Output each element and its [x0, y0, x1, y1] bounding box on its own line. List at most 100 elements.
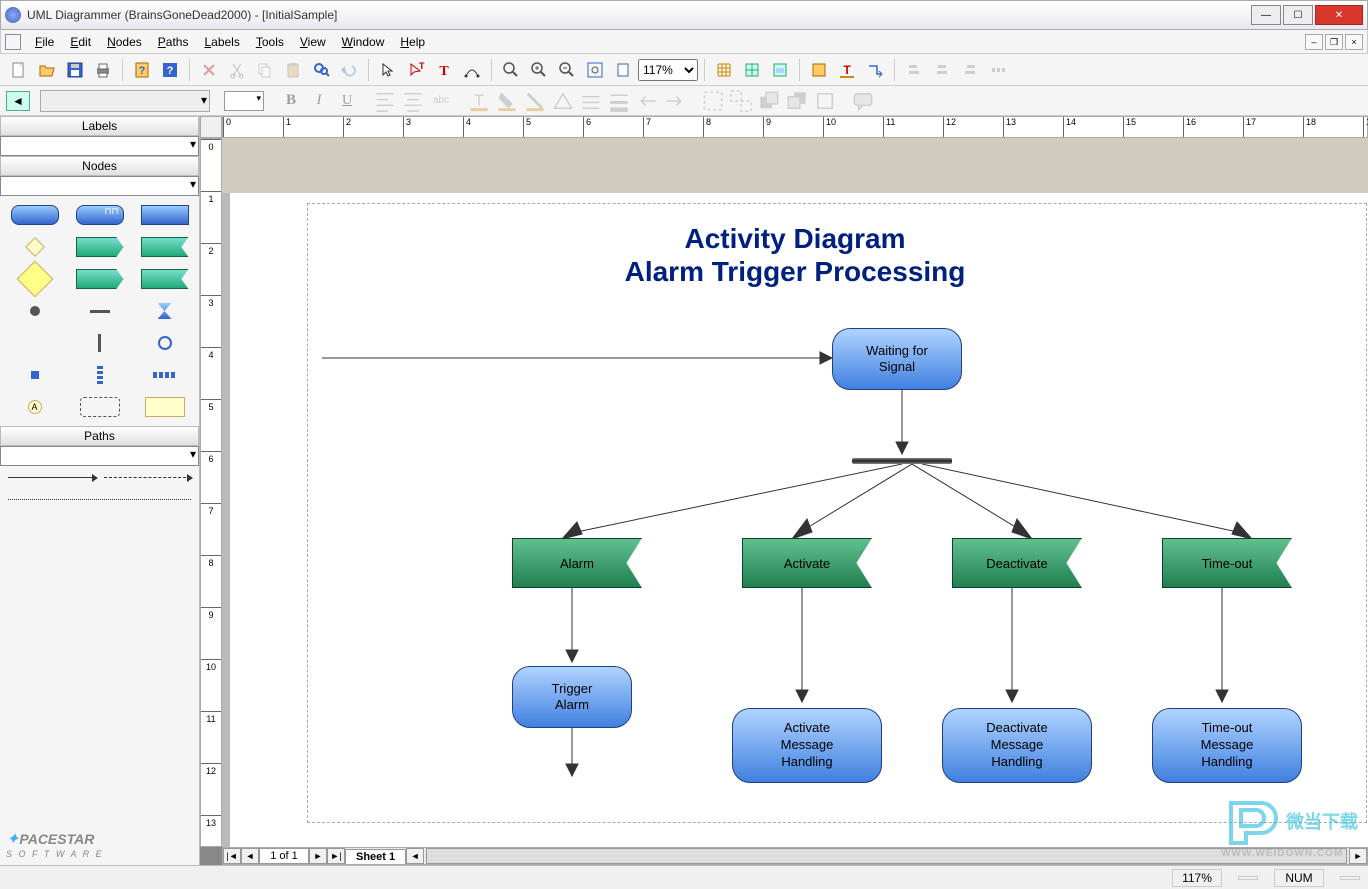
zoom-out-button[interactable]: [554, 57, 580, 83]
sheet-tab[interactable]: Sheet 1: [345, 849, 406, 864]
node-shape[interactable]: [4, 202, 65, 228]
new-button[interactable]: [6, 57, 32, 83]
node-shape[interactable]: A: [4, 394, 65, 420]
select-tool[interactable]: [375, 57, 401, 83]
activate-signal[interactable]: Activate: [742, 538, 872, 588]
node-shape[interactable]: [134, 202, 195, 228]
menu-nodes[interactable]: Nodes: [99, 33, 150, 51]
print-button[interactable]: [90, 57, 116, 83]
nodes-combo[interactable]: ▾: [0, 176, 199, 196]
comment-button[interactable]: [850, 88, 876, 114]
group-button[interactable]: [700, 88, 726, 114]
diagram-title-1[interactable]: Activity Diagram: [222, 223, 1368, 255]
node-shape[interactable]: [69, 330, 130, 356]
line-color-button[interactable]: [522, 88, 548, 114]
layers-button[interactable]: [767, 57, 793, 83]
mdi-close-button[interactable]: ×: [1345, 34, 1363, 50]
path-solid[interactable]: [0, 466, 199, 488]
align-right-button[interactable]: [957, 57, 983, 83]
node-shape[interactable]: [134, 266, 195, 292]
node-shape[interactable]: [69, 266, 130, 292]
help-button[interactable]: ?: [129, 57, 155, 83]
about-button[interactable]: ?: [157, 57, 183, 83]
scroll-right-button[interactable]: ►: [1349, 848, 1367, 864]
copy-button[interactable]: [252, 57, 278, 83]
close-button[interactable]: ✕: [1315, 5, 1363, 25]
mdi-restore-button[interactable]: ❐: [1325, 34, 1343, 50]
hscroll[interactable]: [426, 848, 1347, 864]
style-button[interactable]: [806, 57, 832, 83]
node-tool[interactable]: T: [403, 57, 429, 83]
open-button[interactable]: [34, 57, 60, 83]
bold-button[interactable]: B: [278, 88, 304, 114]
path-dotted[interactable]: [0, 488, 199, 510]
sheet-prev-button[interactable]: ◄: [241, 848, 259, 864]
delete-button[interactable]: [196, 57, 222, 83]
zoom-tool[interactable]: [498, 57, 524, 83]
node-shape[interactable]: [69, 394, 130, 420]
timeout-signal[interactable]: Time-out: [1162, 538, 1292, 588]
diagram-title-2[interactable]: Alarm Trigger Processing: [222, 256, 1368, 288]
highlight-button[interactable]: [494, 88, 520, 114]
nav-prev-button[interactable]: ◄: [6, 91, 30, 111]
text-color-button[interactable]: T: [466, 88, 492, 114]
menu-tools[interactable]: Tools: [248, 33, 292, 51]
back-button[interactable]: [784, 88, 810, 114]
node-shape[interactable]: [134, 362, 195, 388]
align-text-center-button[interactable]: [400, 88, 426, 114]
zoom-in-button[interactable]: [526, 57, 552, 83]
distribute-button[interactable]: [985, 57, 1011, 83]
menu-edit[interactable]: Edit: [62, 33, 99, 51]
node-shape[interactable]: [134, 234, 195, 260]
paths-combo[interactable]: ▾: [0, 446, 199, 466]
underline-button[interactable]: U: [334, 88, 360, 114]
alarm-signal[interactable]: Alarm: [512, 538, 642, 588]
find-button[interactable]: [308, 57, 334, 83]
fill-button[interactable]: [550, 88, 576, 114]
scroll-left-button[interactable]: ◄: [406, 848, 424, 864]
ungroup-button[interactable]: [728, 88, 754, 114]
labels-panel-header[interactable]: Labels: [0, 116, 199, 136]
maximize-button[interactable]: ☐: [1283, 5, 1313, 25]
zoom-fit-button[interactable]: [582, 57, 608, 83]
node-shape[interactable]: [4, 362, 65, 388]
node-shape[interactable]: [134, 330, 195, 356]
menu-help[interactable]: Help: [392, 33, 433, 51]
node-shape[interactable]: [4, 330, 65, 356]
node-shape[interactable]: [69, 234, 130, 260]
menu-window[interactable]: Window: [334, 33, 393, 51]
labels-combo[interactable]: ▾: [0, 136, 199, 156]
node-shape[interactable]: [69, 298, 130, 324]
abc-button[interactable]: abc: [428, 88, 454, 114]
align-left-button[interactable]: [901, 57, 927, 83]
waiting-node[interactable]: Waiting for Signal: [832, 328, 962, 390]
undo-button[interactable]: [336, 57, 362, 83]
lock-button[interactable]: [812, 88, 838, 114]
node-shape[interactable]: [4, 234, 65, 260]
node-shape[interactable]: ⊓⊓: [69, 202, 130, 228]
node-shape[interactable]: [134, 394, 195, 420]
node-shape[interactable]: [4, 266, 65, 292]
menu-labels[interactable]: Labels: [196, 33, 247, 51]
activate-msg-node[interactable]: Activate Message Handling: [732, 708, 882, 783]
text-tool[interactable]: T: [431, 57, 457, 83]
zoom-combo[interactable]: 117%: [638, 59, 698, 81]
sheet-next-button[interactable]: ►: [309, 848, 327, 864]
front-button[interactable]: [756, 88, 782, 114]
deactivate-msg-node[interactable]: Deactivate Message Handling: [942, 708, 1092, 783]
menu-file[interactable]: File: [27, 33, 62, 51]
line-style-button[interactable]: [578, 88, 604, 114]
paths-panel-header[interactable]: Paths: [0, 426, 199, 446]
menu-paths[interactable]: Paths: [150, 33, 197, 51]
sheet-last-button[interactable]: ►|: [327, 848, 345, 864]
node-shape[interactable]: [134, 298, 195, 324]
node-shape[interactable]: [69, 362, 130, 388]
connector-tool[interactable]: [459, 57, 485, 83]
grid-button[interactable]: [711, 57, 737, 83]
snap-button[interactable]: [739, 57, 765, 83]
node-shape[interactable]: [4, 298, 65, 324]
ruler-vertical[interactable]: 012345678910111213: [200, 138, 222, 847]
arrow-end-button[interactable]: [662, 88, 688, 114]
cut-button[interactable]: [224, 57, 250, 83]
align-text-left-button[interactable]: [372, 88, 398, 114]
